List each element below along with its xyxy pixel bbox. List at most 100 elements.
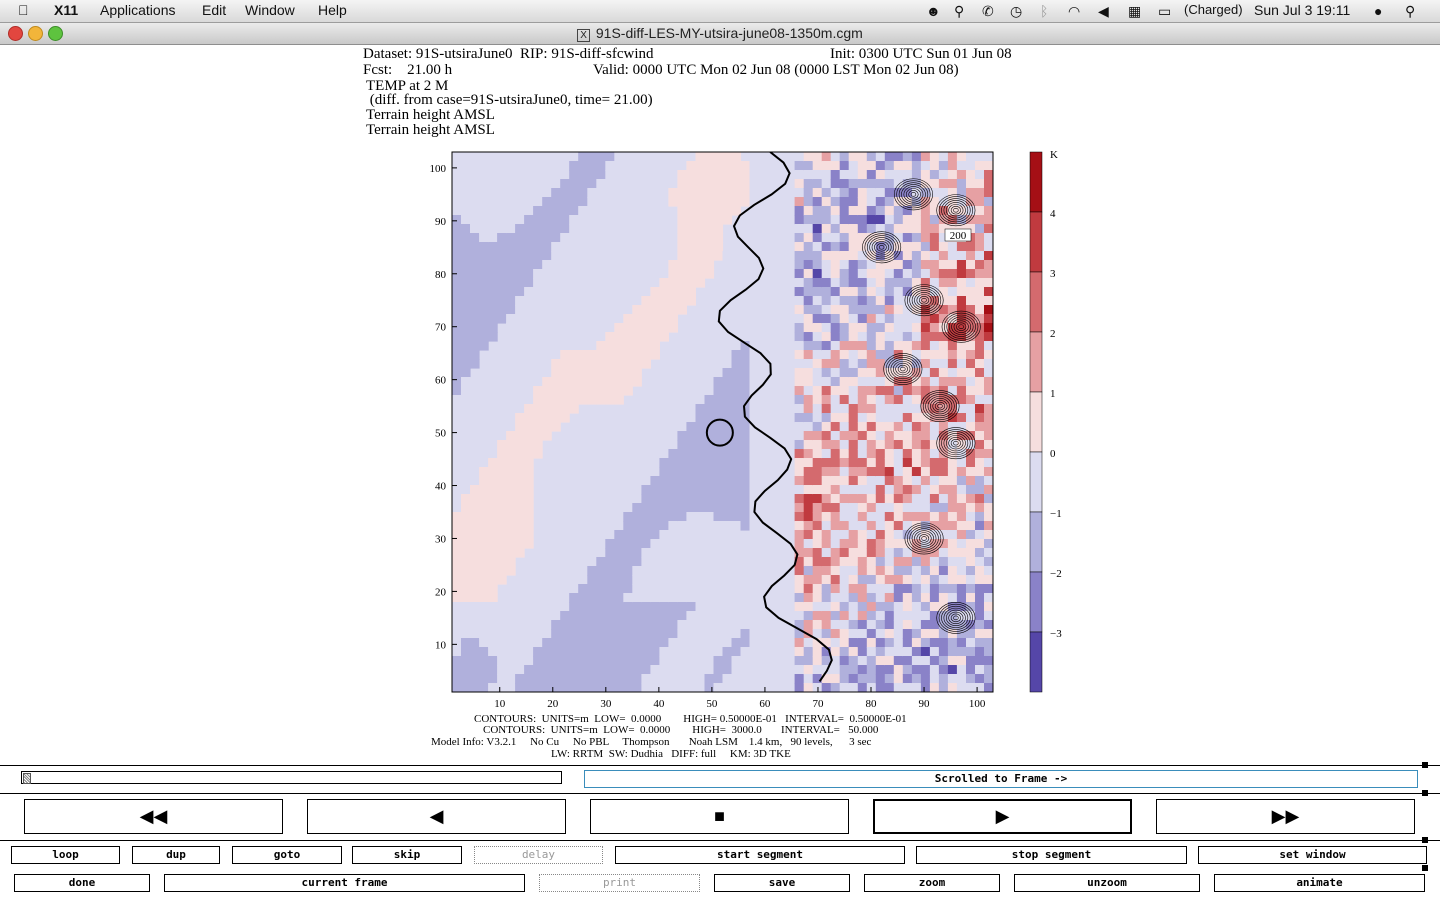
heatmap-cell [984,521,993,531]
loop-button[interactable]: loop [11,846,120,864]
heatmap-cell [587,251,597,261]
heatmap-cell [551,593,561,603]
heatmap-cell [740,197,751,207]
heatmap-cell [875,530,886,540]
heatmap-cell [479,566,489,576]
heatmap-cell [884,161,895,171]
heatmap-cell [515,260,525,270]
heatmap-cell [866,440,877,450]
heatmap-cell [596,386,606,396]
heatmap-cell [632,449,642,459]
heatmap-cell [605,161,615,171]
heatmap-cell [605,233,615,243]
heatmap-cell [695,449,706,459]
heatmap-cell [785,296,796,306]
heatmap-cell [758,161,769,171]
done-button[interactable]: done [14,874,150,892]
heatmap-cell [902,593,913,603]
heatmap-cell [984,152,993,162]
heatmap-cell [956,530,967,540]
heatmap-cell [902,170,913,180]
heatmap-cell [893,314,904,324]
heatmap-cell [686,440,696,450]
heatmap-cell [893,152,904,162]
heatmap-cell [966,521,976,531]
heatmap-cell [749,611,760,621]
stop-button[interactable]: ■ [590,799,849,834]
heatmap-cell [641,530,651,540]
goto-button[interactable]: goto [232,846,342,864]
play-button[interactable]: ▶ [873,799,1132,834]
rewind-button[interactable]: ◀◀ [24,799,283,834]
heatmap-cell [839,260,850,270]
heatmap-cell [884,683,895,692]
heatmap-cell [830,296,841,306]
dup-button[interactable]: dup [132,846,220,864]
print-button[interactable]: print [539,874,700,892]
heatmap-cell [578,467,588,477]
delay-button[interactable]: delay [474,846,603,864]
heatmap-cell [803,323,814,333]
heatmap-cell [893,395,904,405]
heatmap-cell [776,260,787,270]
heatmap-cell [578,629,588,639]
heatmap-cell [713,188,724,198]
heatmap-cell [776,368,787,378]
zoom-button[interactable]: zoom [864,874,1000,892]
heatmap-cell [866,305,877,315]
heatmap-cell [605,620,615,630]
heatmap-cell [984,593,993,603]
heatmap-cell [560,665,570,675]
resize-handle[interactable] [1422,837,1428,843]
heatmap-cell [461,674,471,684]
heatmap-cell [641,665,651,675]
heatmap-cell [929,251,940,261]
animate-button[interactable]: animate [1214,874,1425,892]
heatmap-cell [857,620,868,630]
resize-handle[interactable] [1422,762,1428,768]
heatmap-cell [614,656,624,666]
resize-handle[interactable] [1422,865,1428,871]
resize-handle[interactable] [1422,790,1428,796]
heatmap-cell [929,683,940,692]
frame-scrollbar[interactable] [21,771,562,784]
heatmap-cell [857,665,868,675]
heatmap-cell [470,593,480,603]
step-back-button[interactable]: ◀ [307,799,566,834]
scrollbar-thumb[interactable] [23,773,31,784]
heatmap-cell [560,638,570,648]
heatmap-cell [785,395,796,405]
set-window-button[interactable]: set window [1198,846,1427,864]
heatmap-cell [929,278,940,288]
heatmap-cell [578,152,588,162]
save-button[interactable]: save [714,874,850,892]
heatmap-cell [902,494,913,504]
heatmap-cell [722,377,733,387]
heatmap-cell [984,665,993,675]
heatmap-cell [713,152,724,162]
heatmap-cell [731,647,742,657]
heatmap-cell [605,431,615,441]
heatmap-cell [632,188,642,198]
fast-forward-button[interactable]: ▶▶ [1156,799,1415,834]
heatmap-cell [506,629,516,639]
heatmap-cell [749,602,760,612]
heatmap-cell [641,440,651,450]
unzoom-button[interactable]: unzoom [1014,874,1200,892]
heatmap-cell [758,296,769,306]
stop-segment-button[interactable]: stop segment [916,846,1187,864]
heatmap-cell [506,224,516,234]
heatmap-cell [749,233,760,243]
skip-button[interactable]: skip [352,846,462,864]
heatmap-cell [893,287,904,297]
start-segment-button[interactable]: start segment [615,846,905,864]
heatmap-cell [668,548,678,558]
heatmap-cell [794,413,805,423]
heatmap-cell [839,629,850,639]
heatmap-cell [506,278,516,288]
heatmap-cell [596,260,606,270]
heatmap-cell [929,422,940,432]
current-frame-button[interactable]: current frame [164,874,525,892]
heatmap-cell [794,332,805,342]
heatmap-cell [605,476,615,486]
